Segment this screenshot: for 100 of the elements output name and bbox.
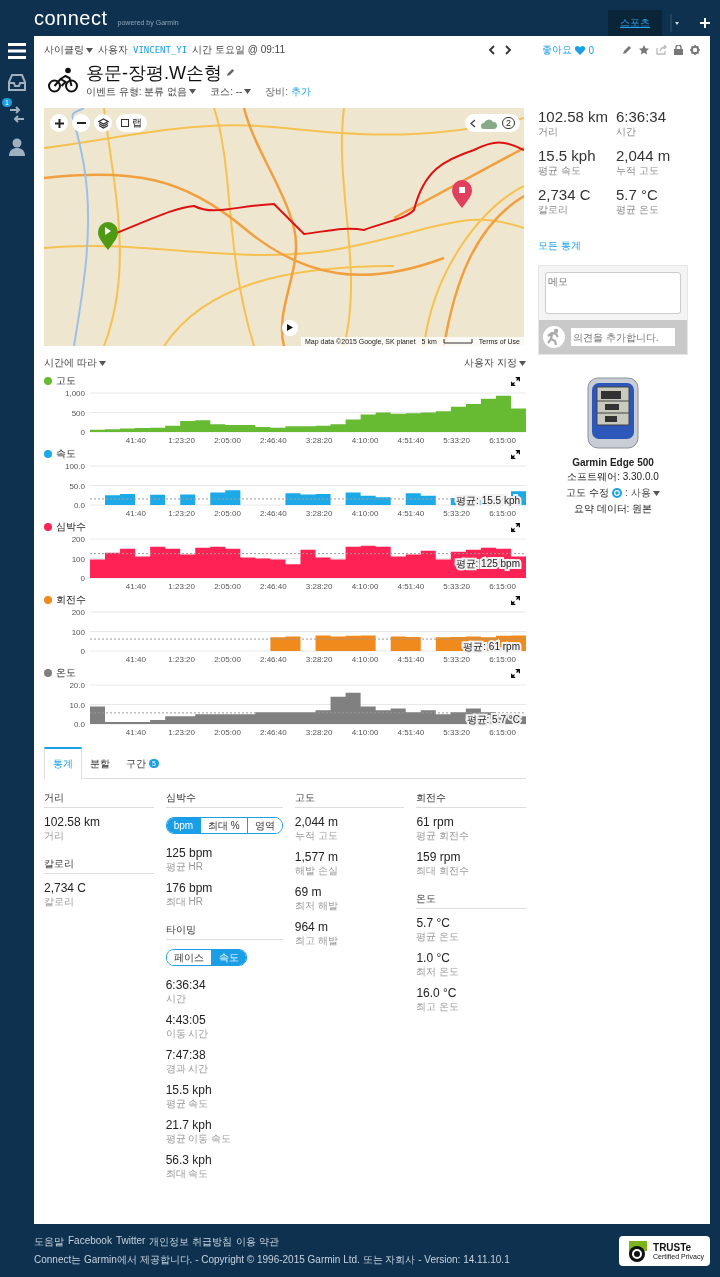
axis-tick-label: 3:28:20	[305, 655, 333, 664]
menu-icon[interactable]	[8, 42, 26, 60]
axis-tick-label: 10.0	[69, 700, 85, 710]
pencil-icon[interactable]	[226, 68, 235, 77]
axis-tick-label: 2:46:40	[260, 728, 287, 737]
footer-link[interactable]: 개인정보 취급방침	[149, 1234, 233, 1249]
footer-link[interactable]: 이용 약관	[236, 1234, 279, 1249]
axis-tick-label: 2:46:40	[260, 509, 287, 518]
stat-value: 61 rpm	[416, 815, 455, 829]
layout-dropdown[interactable]: 사용자 지정	[464, 356, 526, 370]
stat-label: 해발 손실	[294, 864, 339, 878]
stat-label: 칼로리	[538, 203, 569, 217]
expand-icon[interactable]	[511, 668, 520, 678]
axis-tick-label: 4:51:40	[397, 509, 425, 518]
connections-icon[interactable]	[8, 106, 26, 124]
stat-label: 최대 속도	[165, 1167, 210, 1181]
axis-tick-label: 2:05:00	[214, 655, 241, 664]
footer-link[interactable]: Twitter	[115, 1234, 146, 1249]
correction-dropdown[interactable]: : 사용	[625, 486, 660, 500]
user-label: 사용자	[98, 43, 128, 57]
axis-tick-label: 2:46:40	[260, 582, 287, 591]
axis-tick-label: 50.0	[69, 481, 85, 491]
course-dropdown[interactable]: 코스: --	[210, 84, 252, 99]
expand-icon[interactable]	[511, 595, 520, 605]
weather-control[interactable]: 2	[465, 114, 520, 132]
scale-bar-icon	[442, 339, 473, 344]
chart-title: 심박수	[56, 520, 87, 534]
axis-tick-label: 0	[80, 574, 85, 583]
average-label: 평균: 125 bpm	[455, 557, 520, 569]
stat-value: 102.58 km	[538, 108, 610, 125]
stat-label: 누적 고도	[294, 829, 339, 843]
caret-icon	[652, 490, 660, 496]
axis-tick-label: 2:46:40	[260, 436, 287, 445]
software-version: 소프트웨어: 3.30.0.0	[567, 470, 659, 484]
axis-tick-label: 41:40	[125, 436, 146, 445]
axis-tick-label: 0	[80, 647, 85, 656]
lap-checkbox[interactable]	[121, 119, 129, 127]
copyright-text: Connect는 Garmin에서 제공합니다. - Copyright © 1996-2015 Garmin Ltd. 또는 자회사 - Version: 14.11.10.1	[34, 1252, 510, 1267]
section-heading: 심박수	[165, 791, 283, 808]
heart-icon	[575, 45, 586, 55]
axis-tick-label: 4:10:00	[351, 655, 379, 664]
axis-tick-label: 100	[71, 627, 85, 637]
nav-tab[interactable]: 스포츠	[608, 10, 662, 36]
add-icon[interactable]	[700, 18, 710, 28]
axis-tick-label: 4:51:40	[397, 728, 425, 737]
axis-tick-label: 5:33:20	[443, 655, 471, 664]
expand-icon[interactable]	[511, 522, 520, 532]
axis-tick-label: 6:15:00	[489, 436, 516, 445]
gps-device-drawing	[587, 377, 639, 449]
comment-field[interactable]: 의견을 추가합니다.	[571, 328, 675, 346]
settings-icon[interactable]	[690, 45, 700, 55]
stat-label: 거리	[538, 125, 559, 139]
stat-value: 69 m	[294, 885, 323, 899]
stat-label: 칼로리	[44, 895, 75, 909]
x-axis-dropdown[interactable]: 시간에 따라	[44, 356, 106, 370]
expand-icon[interactable]	[511, 376, 520, 386]
axis-tick-label: 2:46:40	[260, 655, 287, 664]
axis-tick-label: 5:33:20	[443, 509, 471, 518]
dropdown-caret-icon[interactable]	[670, 12, 682, 34]
previous-icon[interactable]	[488, 45, 497, 55]
axis-tick-label: 4:10:00	[351, 728, 379, 737]
tab[interactable]: 분할	[82, 747, 118, 778]
stat-value: 4:43:05	[165, 1013, 207, 1027]
axis-tick-label: 6:15:00	[489, 582, 516, 591]
stat-label: 최고 온도	[416, 1000, 461, 1014]
device-name: Garmin Edge 500	[572, 457, 654, 468]
pencil-icon[interactable]	[622, 45, 632, 55]
stat-value: 159 rpm	[416, 850, 462, 864]
stat-value: 21.7 kph	[165, 1118, 213, 1132]
footer-link[interactable]: Facebook	[68, 1234, 112, 1249]
stat-label: 최고 해발	[294, 934, 339, 948]
inbox-icon[interactable]	[8, 74, 26, 92]
stat-value: 2,734 C	[538, 186, 592, 203]
stat-value: 1.0 °C	[416, 951, 451, 965]
next-icon[interactable]	[504, 45, 513, 55]
star-icon[interactable]	[639, 45, 649, 55]
stat-label: 평균 회전수	[416, 829, 471, 843]
memo-field[interactable]: 메모	[545, 272, 681, 314]
stat-value: 7:47:38	[165, 1048, 207, 1062]
stat-label: 최저 해발	[294, 899, 339, 913]
expand-icon[interactable]	[511, 449, 520, 459]
lock-icon[interactable]	[674, 45, 683, 55]
event-type-dropdown[interactable]: 이벤트 유형: 분류 없음	[86, 84, 197, 99]
layers-icon	[97, 117, 109, 129]
footer-link[interactable]: 도움말	[34, 1234, 64, 1249]
axis-tick-label: 4:51:40	[397, 436, 425, 445]
activity-type-dropdown[interactable]: 사이클링	[44, 43, 93, 57]
axis-tick-label: 4:10:00	[351, 509, 379, 518]
caret-icon	[189, 89, 197, 94]
stat-value: 5.7 °C	[616, 186, 659, 203]
stat-value: 2,734 C	[44, 881, 88, 895]
toggle-option[interactable]: 영역	[246, 818, 282, 833]
person-icon[interactable]	[8, 138, 26, 156]
axis-tick-label: 41:40	[125, 655, 146, 664]
axis-tick-label: 3:28:20	[305, 509, 333, 518]
chart-title: 속도	[56, 447, 77, 461]
runner-avatar-icon	[543, 326, 565, 348]
stat-value: 6:36:34	[165, 978, 207, 992]
axis-tick-label: 4:51:40	[397, 655, 425, 664]
axis-tick-label: 4:10:00	[351, 582, 379, 591]
